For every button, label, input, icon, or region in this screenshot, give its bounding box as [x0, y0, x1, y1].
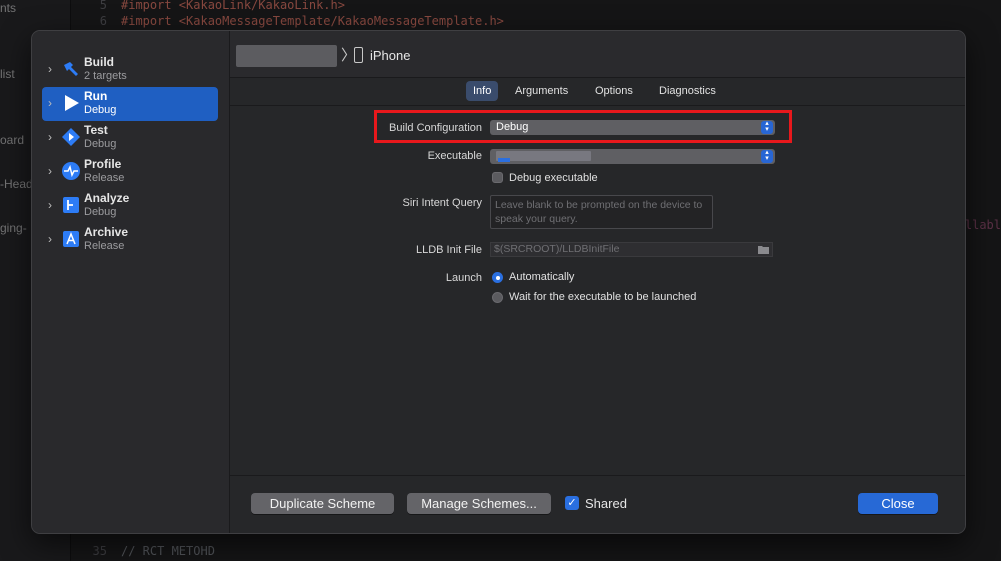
scheme-destination-bar: 〉 iPhone	[230, 31, 965, 78]
hammer-icon	[61, 59, 81, 79]
action-subtitle: Debug	[84, 138, 117, 150]
debug-executable-label: Debug executable	[509, 172, 598, 184]
sheet-footer: Duplicate Scheme Manage Schemes... ✓ Sha…	[230, 475, 965, 533]
tab-options[interactable]: Options	[588, 81, 640, 101]
close-button[interactable]: Close	[858, 493, 938, 514]
action-name: Profile	[84, 157, 122, 171]
action-name: Archive	[84, 225, 129, 239]
executable-popup[interactable]: ▴ ▾	[490, 149, 775, 164]
lldb-init-file-field[interactable]: $(SRCROOT)/LLDBInitFile	[490, 242, 773, 257]
action-subtitle: Debug	[84, 104, 117, 116]
scheme-detail-panel: 〉 iPhone Info Arguments Options Diagnost…	[230, 31, 965, 533]
action-name: Build	[84, 55, 114, 69]
lldb-init-file-placeholder: $(SRCROOT)/LLDBInitFile	[494, 243, 620, 255]
debug-executable-checkbox[interactable]	[492, 172, 503, 183]
sidebar-item-profile[interactable]: › Profile Release	[42, 155, 218, 189]
launch-wait-label: Wait for the executable to be launched	[509, 291, 697, 303]
sidebar-item-analyze[interactable]: › Analyze Debug	[42, 189, 218, 223]
redacted-executable-name	[496, 151, 591, 161]
disclosure-chevron-icon[interactable]: ›	[48, 63, 52, 75]
duplicate-scheme-button[interactable]: Duplicate Scheme	[251, 493, 394, 514]
waveform-icon	[61, 161, 81, 181]
test-diamond-icon	[61, 127, 81, 147]
disclosure-chevron-icon[interactable]: ›	[48, 97, 52, 109]
annotation-highlight-box	[374, 110, 792, 143]
disclosure-chevron-icon[interactable]: ›	[48, 165, 52, 177]
archive-icon	[61, 229, 81, 249]
siri-intent-query-label: Siri Intent Query	[402, 197, 482, 209]
popup-stepper-icon: ▴ ▾	[761, 149, 773, 163]
tab-info[interactable]: Info	[466, 81, 499, 101]
manage-schemes-button[interactable]: Manage Schemes...	[407, 493, 551, 514]
launch-automatically-label: Automatically	[509, 271, 575, 283]
lldb-init-file-label: LLDB Init File	[415, 244, 482, 256]
redacted-scheme-name[interactable]	[236, 45, 337, 67]
scheme-editor-sheet: › Build 2 targets › Run Debug › Test Deb…	[31, 30, 966, 534]
launch-label: Launch	[445, 272, 482, 284]
action-name: Analyze	[84, 191, 130, 205]
action-name: Run	[84, 89, 108, 103]
action-subtitle: Debug	[84, 206, 117, 218]
run-destination[interactable]: iPhone	[370, 48, 410, 63]
disclosure-chevron-icon[interactable]: ›	[48, 199, 52, 211]
sidebar-item-run[interactable]: › Run Debug	[42, 87, 218, 121]
sidebar-item-build[interactable]: › Build 2 targets	[42, 53, 218, 87]
folder-icon[interactable]	[758, 245, 769, 254]
analyze-icon	[61, 195, 81, 215]
tab-diagnostics[interactable]: Diagnostics	[652, 81, 723, 101]
scheme-actions-sidebar: › Build 2 targets › Run Debug › Test Deb…	[32, 31, 230, 533]
action-subtitle: 2 targets	[84, 70, 127, 82]
action-subtitle: Release	[84, 240, 125, 252]
shared-checkbox[interactable]: ✓	[565, 496, 579, 510]
launch-automatically-radio[interactable]	[492, 272, 503, 283]
siri-intent-query-field[interactable]: Leave blank to be prompted on the device…	[490, 195, 713, 229]
executable-label: Executable	[427, 150, 482, 162]
shared-label: Shared	[585, 496, 627, 511]
disclosure-chevron-icon[interactable]: ›	[48, 233, 52, 245]
sidebar-item-archive[interactable]: › Archive Release	[42, 223, 218, 257]
action-subtitle: Release	[84, 172, 125, 184]
scheme-tabs: Info Arguments Options Diagnostics	[230, 78, 965, 106]
iphone-device-icon	[354, 47, 363, 63]
app-icon	[498, 158, 510, 162]
tab-arguments[interactable]: Arguments	[508, 81, 575, 101]
launch-wait-radio[interactable]	[492, 292, 503, 303]
disclosure-chevron-icon[interactable]: ›	[48, 131, 52, 143]
sidebar-item-test[interactable]: › Test Debug	[42, 121, 218, 155]
action-name: Test	[84, 123, 108, 137]
play-icon	[61, 93, 81, 113]
